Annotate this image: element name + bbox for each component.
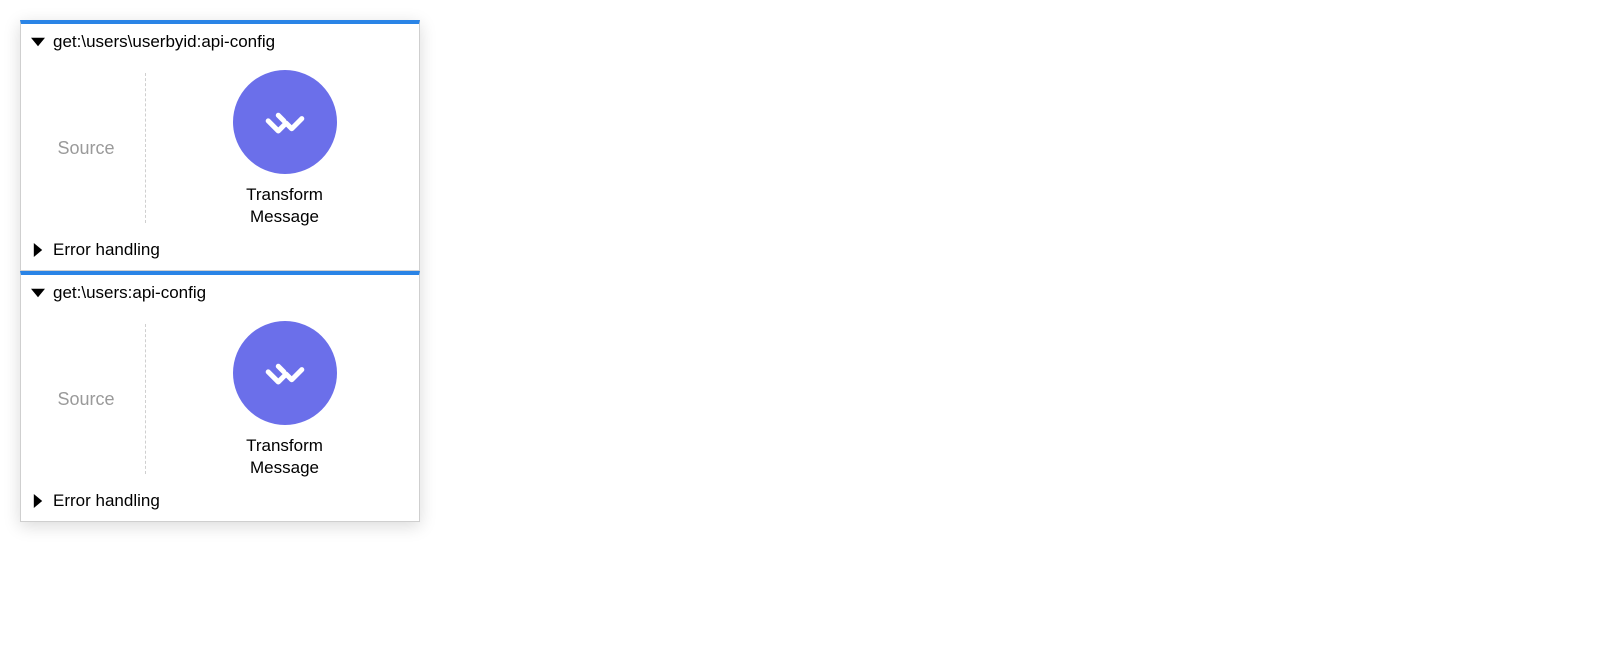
flow-title: get:\users:api-config xyxy=(53,283,206,303)
source-divider xyxy=(145,324,146,474)
transform-message-component[interactable]: Transform Message xyxy=(160,68,409,228)
source-divider xyxy=(145,73,146,223)
flow-source-slot[interactable]: Source xyxy=(31,68,141,228)
error-handling-toggle[interactable]: Error handling xyxy=(21,232,419,270)
flow-source-slot[interactable]: Source xyxy=(31,319,141,479)
chevron-down-icon xyxy=(31,286,45,300)
chevron-right-icon xyxy=(31,494,45,508)
component-label: Transform Message xyxy=(246,435,323,479)
source-label: Source xyxy=(57,138,114,159)
chevron-down-icon xyxy=(31,35,45,49)
error-handling-toggle[interactable]: Error handling xyxy=(21,483,419,521)
source-label: Source xyxy=(57,389,114,410)
dataweave-icon xyxy=(233,70,337,174)
flow-body: Source Transform Message xyxy=(21,309,419,483)
flow-panel-stack: get:\users\userbyid:api-config Source Tr… xyxy=(20,20,420,522)
flow-header-toggle[interactable]: get:\users:api-config xyxy=(21,275,419,309)
chevron-right-icon xyxy=(31,243,45,257)
error-handling-label: Error handling xyxy=(53,491,160,511)
dataweave-icon xyxy=(233,321,337,425)
transform-message-component[interactable]: Transform Message xyxy=(160,319,409,479)
flow-panel: get:\users:api-config Source Transform M… xyxy=(20,271,420,522)
flow-body: Source Transform Message xyxy=(21,58,419,232)
component-label: Transform Message xyxy=(246,184,323,228)
flow-panel: get:\users\userbyid:api-config Source Tr… xyxy=(20,20,420,271)
error-handling-label: Error handling xyxy=(53,240,160,260)
flow-header-toggle[interactable]: get:\users\userbyid:api-config xyxy=(21,24,419,58)
flow-title: get:\users\userbyid:api-config xyxy=(53,32,275,52)
